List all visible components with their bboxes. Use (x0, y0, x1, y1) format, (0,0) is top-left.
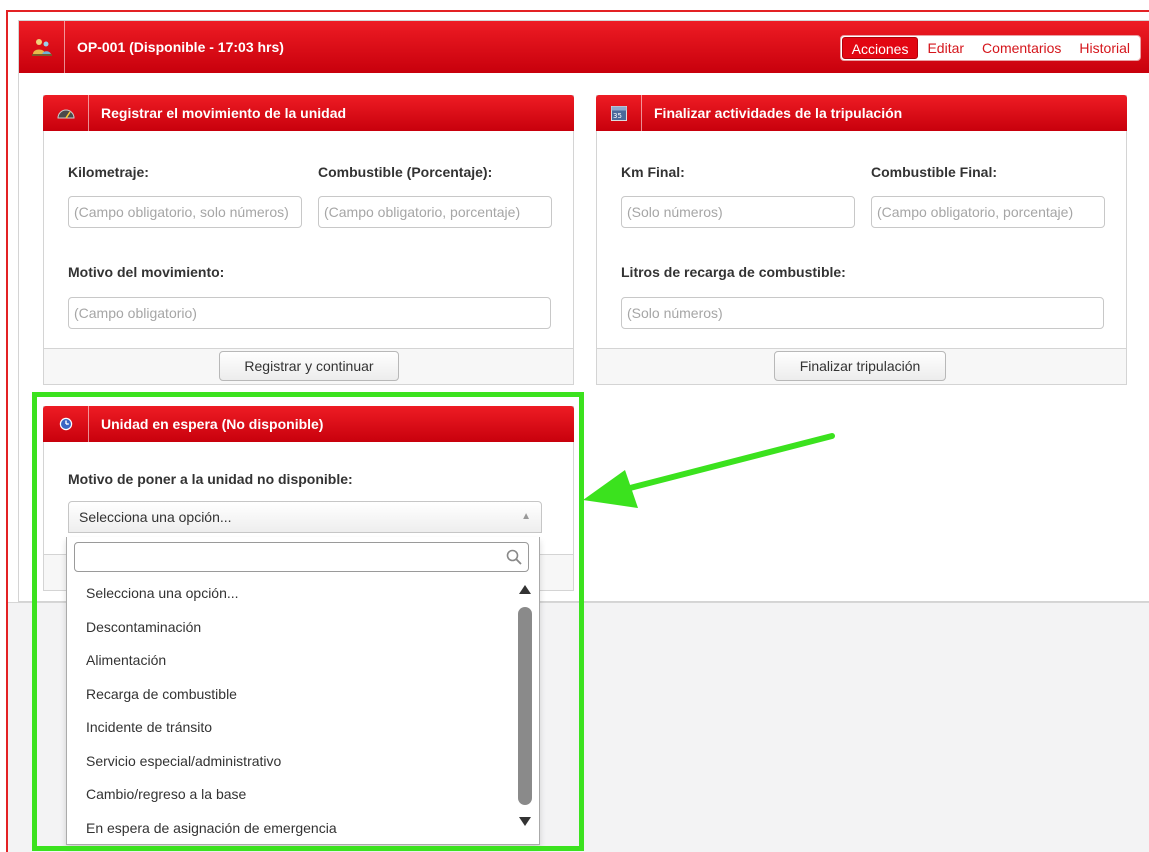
select-value: Selecciona una opción... (79, 509, 232, 525)
dropdown-scrollbar[interactable] (511, 577, 539, 832)
standby-panel-title: Unidad en espera (No disponible) (101, 416, 324, 432)
movement-panel-header: Registrar el movimiento de la unidad (43, 95, 574, 131)
movement-panel-title: Registrar el movimiento de la unidad (101, 105, 347, 121)
fuel-label: Combustible (Porcentaje): (318, 164, 493, 180)
dropdown-search (74, 542, 529, 572)
unit-tabs: Acciones Editar Comentarios Historial (839, 35, 1141, 61)
option-cambio-regreso-base[interactable]: Cambio/regreso a la base (67, 778, 507, 812)
svg-text:35: 35 (613, 112, 622, 120)
finish-crew-button[interactable]: Finalizar tripulación (774, 351, 946, 381)
km-input[interactable] (68, 196, 302, 228)
option-recarga-combustible[interactable]: Recarga de combustible (67, 678, 507, 712)
crew-panel-footer: Finalizar tripulación (597, 348, 1126, 384)
standby-reason-label: Motivo de poner a la unidad no disponibl… (68, 471, 353, 487)
option-servicio-especial[interactable]: Servicio especial/administrativo (67, 745, 507, 779)
scroll-down-icon[interactable] (519, 817, 531, 826)
calendar-icon: 35 (596, 95, 642, 131)
scroll-up-icon[interactable] (519, 585, 531, 594)
final-fuel-label: Combustible Final: (871, 164, 997, 180)
tab-acciones[interactable]: Acciones (841, 37, 919, 59)
movement-panel: Registrar el movimiento de la unidad Kil… (43, 95, 574, 385)
tab-historial[interactable]: Historial (1070, 37, 1139, 59)
clock-icon (43, 406, 89, 442)
fuel-input[interactable] (318, 196, 552, 228)
tab-comentarios[interactable]: Comentarios (973, 37, 1070, 59)
final-km-input[interactable] (621, 196, 855, 228)
standby-panel-header: Unidad en espera (No disponible) (43, 406, 574, 442)
crew-panel: 35 Finalizar actividades de la tripulaci… (596, 95, 1127, 385)
option-espera-asignacion[interactable]: En espera de asignación de emergencia (67, 812, 507, 846)
register-continue-button[interactable]: Registrar y continuar (219, 351, 399, 381)
scroll-thumb[interactable] (518, 607, 532, 805)
crew-panel-header: 35 Finalizar actividades de la tripulaci… (596, 95, 1127, 131)
tab-editar[interactable]: Editar (918, 37, 973, 59)
option-placeholder[interactable]: Selecciona una opción... (67, 577, 507, 611)
dropdown-options: Selecciona una opción... Descontaminació… (67, 577, 507, 845)
unit-title: OP-001 (Disponible - 17:03 hrs) (77, 39, 284, 55)
final-fuel-input[interactable] (871, 196, 1105, 228)
unit-card: OP-001 (Disponible - 17:03 hrs) Acciones… (18, 20, 1149, 602)
odometer-icon (43, 95, 89, 131)
movement-reason-input[interactable] (68, 297, 551, 329)
fuel-liters-label: Litros de recarga de combustible: (621, 264, 846, 280)
option-incidente-transito[interactable]: Incidente de tránsito (67, 711, 507, 745)
km-label: Kilometraje: (68, 164, 149, 180)
people-icon (19, 21, 65, 73)
option-descontaminacion[interactable]: Descontaminación (67, 611, 507, 645)
standby-reason-select[interactable]: Selecciona una opción... ▲ (68, 501, 542, 533)
fuel-liters-input[interactable] (621, 297, 1104, 329)
chevron-up-icon: ▲ (521, 511, 531, 522)
dropdown-search-input[interactable] (75, 543, 528, 571)
final-km-label: Km Final: (621, 164, 685, 180)
search-icon (506, 549, 522, 565)
option-alimentacion[interactable]: Alimentación (67, 644, 507, 678)
standby-reason-dropdown: Selecciona una opción... Descontaminació… (66, 537, 540, 845)
movement-reason-label: Motivo del movimiento: (68, 264, 225, 280)
crew-panel-title: Finalizar actividades de la tripulación (654, 105, 903, 121)
movement-panel-footer: Registrar y continuar (44, 348, 573, 384)
